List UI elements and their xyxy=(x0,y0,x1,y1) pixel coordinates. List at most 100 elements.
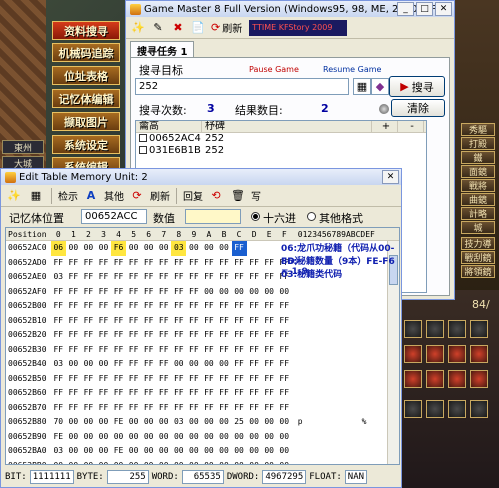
hex-byte-cell[interactable]: FF xyxy=(96,299,111,314)
hex-byte-cell[interactable]: FF xyxy=(216,270,231,285)
hex-byte-cell[interactable]: 00 xyxy=(216,459,231,465)
hex-byte-cell[interactable]: 00 xyxy=(111,459,126,465)
write-button[interactable]: 写 xyxy=(251,188,261,203)
hex-byte-cell[interactable]: 00 xyxy=(216,430,231,445)
hex-byte-cell[interactable]: 00 xyxy=(247,430,262,445)
hex-byte-cell[interactable]: 00 xyxy=(277,430,292,445)
hex-byte-cell[interactable]: 00 xyxy=(141,444,156,459)
hex-byte-cell[interactable]: FF xyxy=(156,328,171,343)
check-button[interactable]: 检示 xyxy=(58,188,78,203)
hex-byte-cell[interactable]: FF xyxy=(111,401,126,416)
restore-button[interactable]: 回复 xyxy=(183,188,203,203)
tab-search-task-1[interactable]: 搜寻任务 1 xyxy=(130,41,195,58)
wand-icon[interactable]: ✨ xyxy=(129,19,147,37)
hex-byte-cell[interactable]: FF xyxy=(81,386,96,401)
hex-byte-cell[interactable]: FF xyxy=(141,299,156,314)
hex-byte-cell[interactable]: FF xyxy=(247,328,262,343)
search-value-input[interactable]: 252 xyxy=(135,78,349,95)
game-right-button[interactable]: 打殿 xyxy=(461,137,495,150)
hex-byte-cell[interactable]: FF xyxy=(201,328,216,343)
hex-byte-cell[interactable]: 00 xyxy=(201,241,216,256)
hex-byte-cell[interactable]: 00 xyxy=(126,241,141,256)
hex-byte-cell[interactable]: FF xyxy=(51,372,66,387)
hex-byte-cell[interactable]: FF xyxy=(171,256,186,271)
hex-byte-cell[interactable]: 00 xyxy=(96,415,111,430)
hex-byte-cell[interactable]: FF xyxy=(96,256,111,271)
pencil-icon[interactable]: ✎ xyxy=(149,19,167,37)
hex-byte-cell[interactable]: FF xyxy=(81,256,96,271)
menu-data-search[interactable]: 资料搜寻 xyxy=(52,21,120,40)
hex-byte-cell[interactable]: FF xyxy=(171,343,186,358)
hex-byte-cell[interactable]: FF xyxy=(96,314,111,329)
hex-byte-cell[interactable]: FF xyxy=(201,270,216,285)
hex-byte-cell[interactable]: FF xyxy=(262,328,277,343)
hex-byte-cell[interactable]: FF xyxy=(96,401,111,416)
hex-byte-cell[interactable]: FF xyxy=(186,372,201,387)
hex-byte-cell[interactable]: FF xyxy=(232,357,247,372)
hex-byte-cell[interactable]: 00 xyxy=(156,444,171,459)
hex-byte-cell[interactable]: FF xyxy=(51,299,66,314)
hex-byte-cell[interactable]: FF xyxy=(126,372,141,387)
hex-byte-cell[interactable]: 00 xyxy=(156,415,171,430)
inventory-slot[interactable] xyxy=(404,345,422,363)
hex-byte-cell[interactable]: FF xyxy=(186,328,201,343)
hex-byte-cell[interactable]: FF xyxy=(66,343,81,358)
hex-byte-cell[interactable]: 00 xyxy=(81,415,96,430)
hex-byte-cell[interactable]: FF xyxy=(277,372,292,387)
hex-byte-cell[interactable]: FF xyxy=(262,256,277,271)
hex-byte-cell[interactable]: FF xyxy=(81,285,96,300)
col-header-value[interactable]: 杼碑 xyxy=(202,121,372,132)
hex-byte-cell[interactable]: FF xyxy=(247,314,262,329)
hex-byte-cell[interactable]: FF xyxy=(277,343,292,358)
hex-byte-cell[interactable]: FF xyxy=(66,299,81,314)
hex-byte-cell[interactable]: FF xyxy=(66,401,81,416)
hex-byte-cell[interactable]: FE xyxy=(51,430,66,445)
hex-byte-cell[interactable]: FF xyxy=(262,372,277,387)
hex-byte-cell[interactable]: FF xyxy=(216,386,231,401)
hex-byte-cell[interactable]: FF xyxy=(111,270,126,285)
hex-byte-cell[interactable]: 00 xyxy=(247,459,262,465)
hex-byte-cell[interactable]: 00 xyxy=(66,459,81,465)
hex-byte-cell[interactable]: FF xyxy=(201,401,216,416)
hex-byte-cell[interactable]: 00 xyxy=(201,415,216,430)
et-titlebar[interactable]: Edit Table Memory Unit: 2 ✕ xyxy=(1,169,401,185)
hex-byte-cell[interactable]: FF xyxy=(141,386,156,401)
hex-byte-cell[interactable]: 00 xyxy=(262,430,277,445)
hex-byte-cell[interactable]: 03 xyxy=(51,270,66,285)
hex-byte-cell[interactable]: 00 xyxy=(247,415,262,430)
hex-byte-cell[interactable]: 00 xyxy=(66,430,81,445)
hex-byte-cell[interactable]: FF xyxy=(247,299,262,314)
hex-byte-cell[interactable]: FF xyxy=(141,343,156,358)
hex-byte-cell[interactable]: FF xyxy=(51,285,66,300)
hex-byte-cell[interactable]: 00 xyxy=(126,415,141,430)
hex-byte-cell[interactable]: 00 xyxy=(66,357,81,372)
hex-byte-cell[interactable]: FF xyxy=(141,270,156,285)
row-checkbox[interactable] xyxy=(139,134,147,142)
hex-row[interactable]: 00652BA0 03 00 00 00 FE 00 00 00 00 00 00 00 00 00 00 00 xyxy=(6,444,399,459)
hex-byte-cell[interactable]: 00 xyxy=(141,415,156,430)
hex-byte-cell[interactable]: FF xyxy=(232,343,247,358)
hex-byte-cell[interactable]: FF xyxy=(247,372,262,387)
hex-byte-cell[interactable]: FF xyxy=(232,314,247,329)
game-right-button[interactable]: 曲鏡 xyxy=(461,193,495,206)
hex-row[interactable]: 00652B70 FF FF FF FF FF FF FF FF FF FF FF FF FF FF FF FF xyxy=(6,401,399,416)
hex-byte-cell[interactable]: FF xyxy=(232,270,247,285)
hex-byte-cell[interactable]: 00 xyxy=(81,241,96,256)
maximize-button[interactable]: □ xyxy=(416,2,433,16)
refresh-icon[interactable]: ⟳ xyxy=(128,187,146,205)
hex-byte-cell[interactable]: 00 xyxy=(96,241,111,256)
hex-byte-cell[interactable]: FF xyxy=(201,372,216,387)
hex-byte-cell[interactable]: FF xyxy=(201,343,216,358)
hex-byte-cell[interactable]: FF xyxy=(247,270,262,285)
hex-byte-cell[interactable]: FF xyxy=(186,314,201,329)
game-right-button[interactable]: 秀驅 xyxy=(461,123,495,136)
hex-byte-cell[interactable]: FF xyxy=(262,299,277,314)
other-button[interactable]: 其他 xyxy=(104,188,124,203)
hex-byte-cell[interactable]: 00 xyxy=(262,444,277,459)
hex-byte-cell[interactable]: 00 xyxy=(111,430,126,445)
hex-byte-cell[interactable]: FF xyxy=(232,256,247,271)
hex-byte-cell[interactable]: 03 xyxy=(171,415,186,430)
hex-byte-cell[interactable]: 00 xyxy=(216,357,231,372)
hex-byte-cell[interactable]: FF xyxy=(232,372,247,387)
hex-byte-cell[interactable]: FF xyxy=(201,299,216,314)
